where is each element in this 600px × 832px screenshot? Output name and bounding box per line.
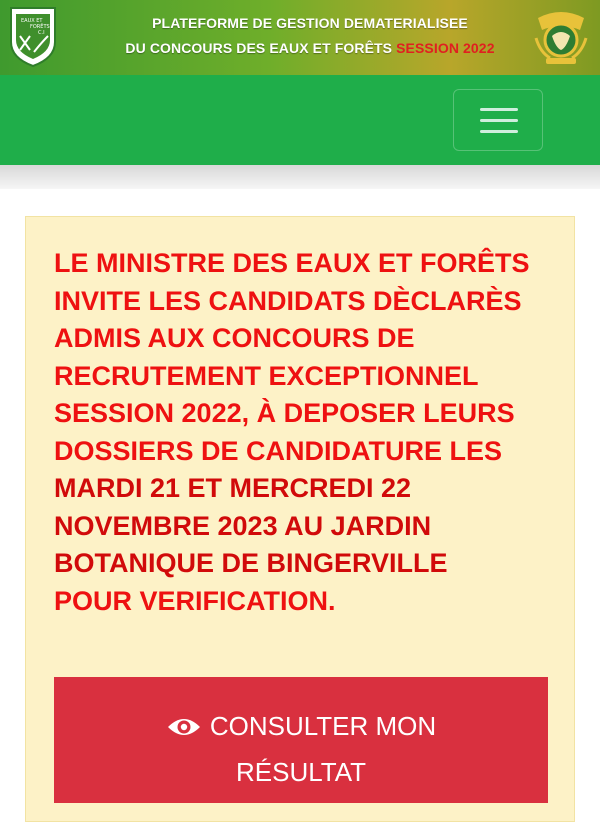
platform-title-line2: DU CONCOURS DES EAUX ET FORÊTS SESSION 2… — [100, 40, 520, 56]
notice-text-outro: POUR VERIFICATION. — [54, 585, 336, 616]
menu-toggle-button[interactable] — [453, 89, 543, 151]
coat-of-arms-icon — [534, 12, 588, 64]
svg-text:FORÊTS: FORÊTS — [30, 22, 50, 30]
consult-result-button[interactable]: CONSULTER MON RÉSULTAT — [54, 677, 548, 803]
hamburger-icon-bar — [480, 119, 518, 122]
button-label-line1: CONSULTER MON — [209, 710, 437, 741]
eaux-forets-logo[interactable]: EAUX ET FORÊTS C.I — [8, 6, 58, 68]
notice-card: LE MINISTRE DES EAUX ET FORÊTS INVITE LE… — [25, 216, 575, 822]
platform-title-line1: PLATEFORME DE GESTION DEMATERIALISEE — [152, 15, 468, 31]
top-banner: EAUX ET FORÊTS C.I PLATEFORME DE GESTION… — [0, 0, 600, 75]
notice-text-intro: LE MINISTRE DES EAUX ET FORÊTS INVITE LE… — [54, 248, 530, 466]
navbar-divider — [0, 165, 600, 189]
notice-text-highlight: MARDI 21 ET MERCREDI 22 NOVEMBRE 2023 AU… — [54, 473, 448, 578]
hamburger-icon — [480, 108, 518, 111]
session-label: SESSION 2022 — [396, 40, 495, 56]
platform-title-text: DU CONCOURS DES EAUX ET FORÊTS — [125, 40, 393, 56]
notice-message: LE MINISTRE DES EAUX ET FORÊTS INVITE LE… — [54, 245, 554, 620]
hamburger-icon-bar — [480, 130, 518, 133]
button-label-line2: RÉSULTAT — [235, 756, 366, 787]
svg-text:C.I: C.I — [38, 30, 45, 36]
main-navbar — [0, 75, 600, 165]
eye-icon — [167, 718, 200, 735]
